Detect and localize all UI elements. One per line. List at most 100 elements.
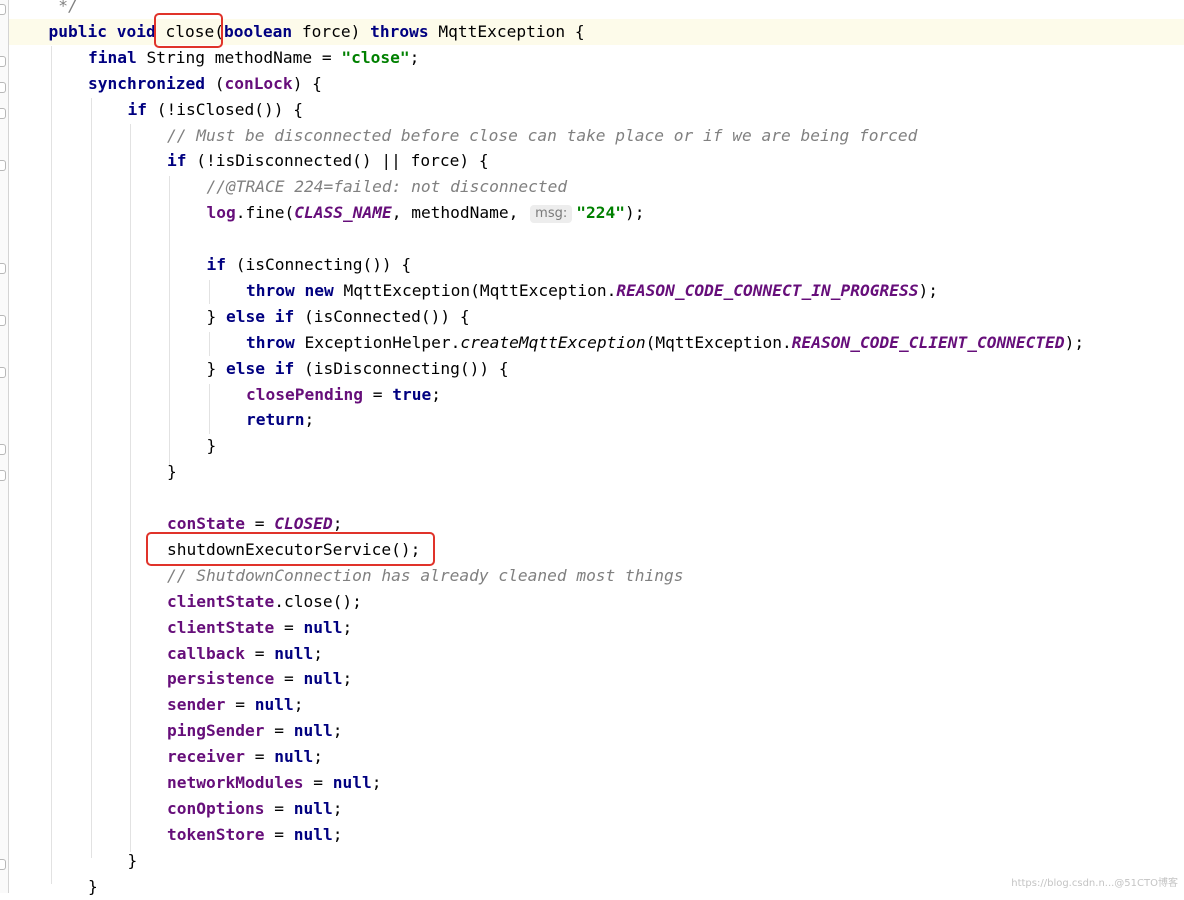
code-token: closePending (246, 384, 363, 404)
code-token: // Must be disconnected before close can… (167, 125, 918, 145)
code-line[interactable]: persistence = null; (167, 666, 352, 692)
code-token: ; (342, 669, 353, 689)
code-token: persistence (167, 669, 275, 689)
code-token: null (332, 773, 372, 792)
code-token: public (48, 21, 117, 41)
code-line[interactable]: closePending = true; (246, 382, 441, 408)
code-line[interactable]: throw ExceptionHelper.createMqttExceptio… (246, 330, 1084, 356)
fold-marker-icon[interactable] (0, 82, 6, 93)
code-token: ; (409, 47, 420, 67)
code-token: = (244, 643, 275, 663)
code-token: ; (293, 695, 304, 715)
code-token: boolean (223, 21, 293, 41)
code-line[interactable]: throw new MqttException(MqttException.RE… (246, 278, 938, 304)
fold-marker-icon[interactable] (0, 108, 6, 119)
code-token: ; (332, 798, 343, 818)
code-line[interactable]: callback = null; (167, 641, 323, 667)
fold-marker-icon[interactable] (0, 444, 6, 455)
code-line[interactable]: sender = null; (167, 692, 303, 718)
code-token: , methodName, (391, 203, 529, 223)
code-token: ; (313, 747, 323, 767)
code-token: throw new (246, 280, 344, 300)
code-line[interactable]: final String methodName = "close"; (88, 45, 419, 71)
fold-marker-icon[interactable] (0, 4, 6, 15)
indent-guide (209, 332, 210, 356)
code-token: REASON_CODE_CONNECT_IN_PROGRESS (616, 280, 919, 300)
code-token: log (206, 203, 236, 223)
fold-marker-icon[interactable] (0, 56, 6, 67)
code-line[interactable]: } (167, 459, 177, 485)
code-line[interactable]: return; (246, 407, 314, 433)
code-line[interactable]: synchronized (conLock) { (88, 71, 322, 97)
code-token: MqttException { (438, 21, 585, 41)
fold-marker-icon[interactable] (0, 859, 6, 870)
code-token: // ShutdownConnection has already cleane… (167, 565, 684, 585)
code-token: true (392, 384, 432, 404)
fold-marker-icon[interactable] (0, 160, 6, 171)
code-token: ; (332, 514, 343, 533)
code-token: createMqttException (460, 332, 646, 352)
code-token: = (225, 695, 255, 715)
code-line[interactable]: conOptions = null; (167, 796, 342, 822)
code-token: .close(); (274, 591, 362, 611)
code-token: null (254, 695, 294, 715)
code-line[interactable]: tokenStore = null; (167, 822, 342, 848)
code-line[interactable]: public void close(boolean force) throws … (49, 19, 585, 45)
code-token: ( (214, 73, 225, 93)
code-token: null (274, 643, 314, 663)
indent-guide (51, 46, 52, 884)
code-line[interactable]: } (207, 433, 217, 459)
indent-guide (209, 280, 210, 304)
code-line[interactable]: if (!isClosed()) { (128, 97, 303, 123)
fold-marker-icon[interactable] (0, 367, 6, 378)
code-token: ExceptionHelper. (304, 332, 461, 352)
indent-guide (91, 98, 92, 858)
code-token: } (167, 462, 177, 482)
code-line[interactable]: } (88, 874, 98, 900)
code-token: ); (1064, 332, 1085, 352)
code-token: else if (226, 358, 304, 378)
code-token: .fine( (235, 203, 295, 223)
code-line[interactable]: log.fine(CLASS_NAME, methodName, msg: "22… (206, 200, 644, 226)
code-line[interactable]: pingSender = null; (167, 718, 342, 744)
code-line[interactable]: */ (49, 0, 78, 19)
code-token: (!isClosed()) { (156, 99, 303, 119)
code-token: conState (167, 514, 245, 533)
code-token: if (127, 99, 157, 119)
code-token: callback (167, 643, 245, 663)
code-token: MqttException(MqttException. (343, 280, 617, 300)
code-token: conOptions (167, 798, 265, 818)
code-line[interactable]: //@TRACE 224=failed: not disconnected (207, 174, 568, 200)
code-line[interactable]: clientState.close(); (167, 589, 362, 615)
code-token: clientState (167, 617, 275, 637)
code-line[interactable]: // ShutdownConnection has already cleane… (167, 563, 684, 589)
code-token: throws (370, 21, 439, 41)
code-line[interactable]: networkModules = null; (167, 770, 381, 796)
code-token: final (88, 47, 147, 67)
fold-marker-icon[interactable] (0, 315, 6, 326)
code-line[interactable]: } else if (isDisconnecting()) { (207, 356, 509, 382)
code-token: sender (167, 695, 226, 715)
code-token: } (127, 850, 138, 870)
code-token: (isConnecting()) { (235, 255, 412, 274)
code-token: ; (304, 410, 315, 430)
code-line[interactable]: if (!isDisconnected() || force) { (167, 148, 489, 174)
code-token: null (274, 747, 314, 767)
code-line[interactable]: } else if (isConnected()) { (207, 304, 470, 330)
code-token: } (206, 436, 217, 456)
code-line[interactable]: receiver = null; (167, 744, 323, 770)
code-token: receiver (167, 747, 245, 767)
editor-gutter[interactable] (0, 0, 9, 893)
code-token: = (303, 773, 333, 792)
fold-marker-icon[interactable] (0, 470, 6, 481)
code-token: (MqttException. (645, 332, 792, 352)
code-line[interactable]: if (isConnecting()) { (207, 252, 412, 278)
code-line[interactable]: clientState = null; (167, 615, 352, 641)
code-line[interactable]: } (128, 848, 138, 874)
code-token: force) (292, 21, 371, 41)
fold-marker-icon[interactable] (0, 263, 6, 274)
code-line[interactable]: // Must be disconnected before close can… (167, 123, 917, 149)
code-token: ; (332, 721, 343, 741)
code-token: (isDisconnecting()) { (303, 358, 509, 378)
code-token: "close" (341, 47, 410, 67)
